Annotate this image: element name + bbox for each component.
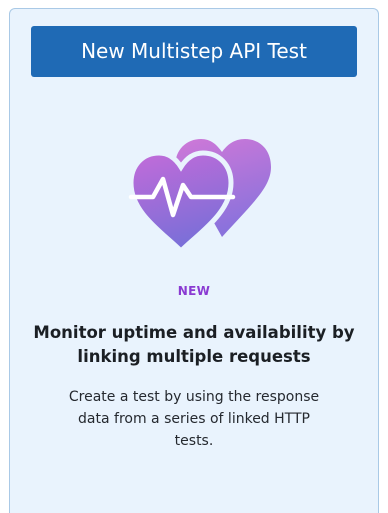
new-multistep-api-test-button[interactable]: New Multistep API Test [31, 26, 357, 77]
card-description: Create a test by using the response data… [68, 389, 320, 449]
multistep-test-card[interactable]: New Multistep API Test NEW Monitor uptim… [9, 8, 379, 513]
heartbeat-hearts-icon [121, 127, 279, 257]
new-badge: NEW [177, 284, 211, 298]
card-headline: Monitor uptime and availability by linki… [33, 323, 355, 366]
